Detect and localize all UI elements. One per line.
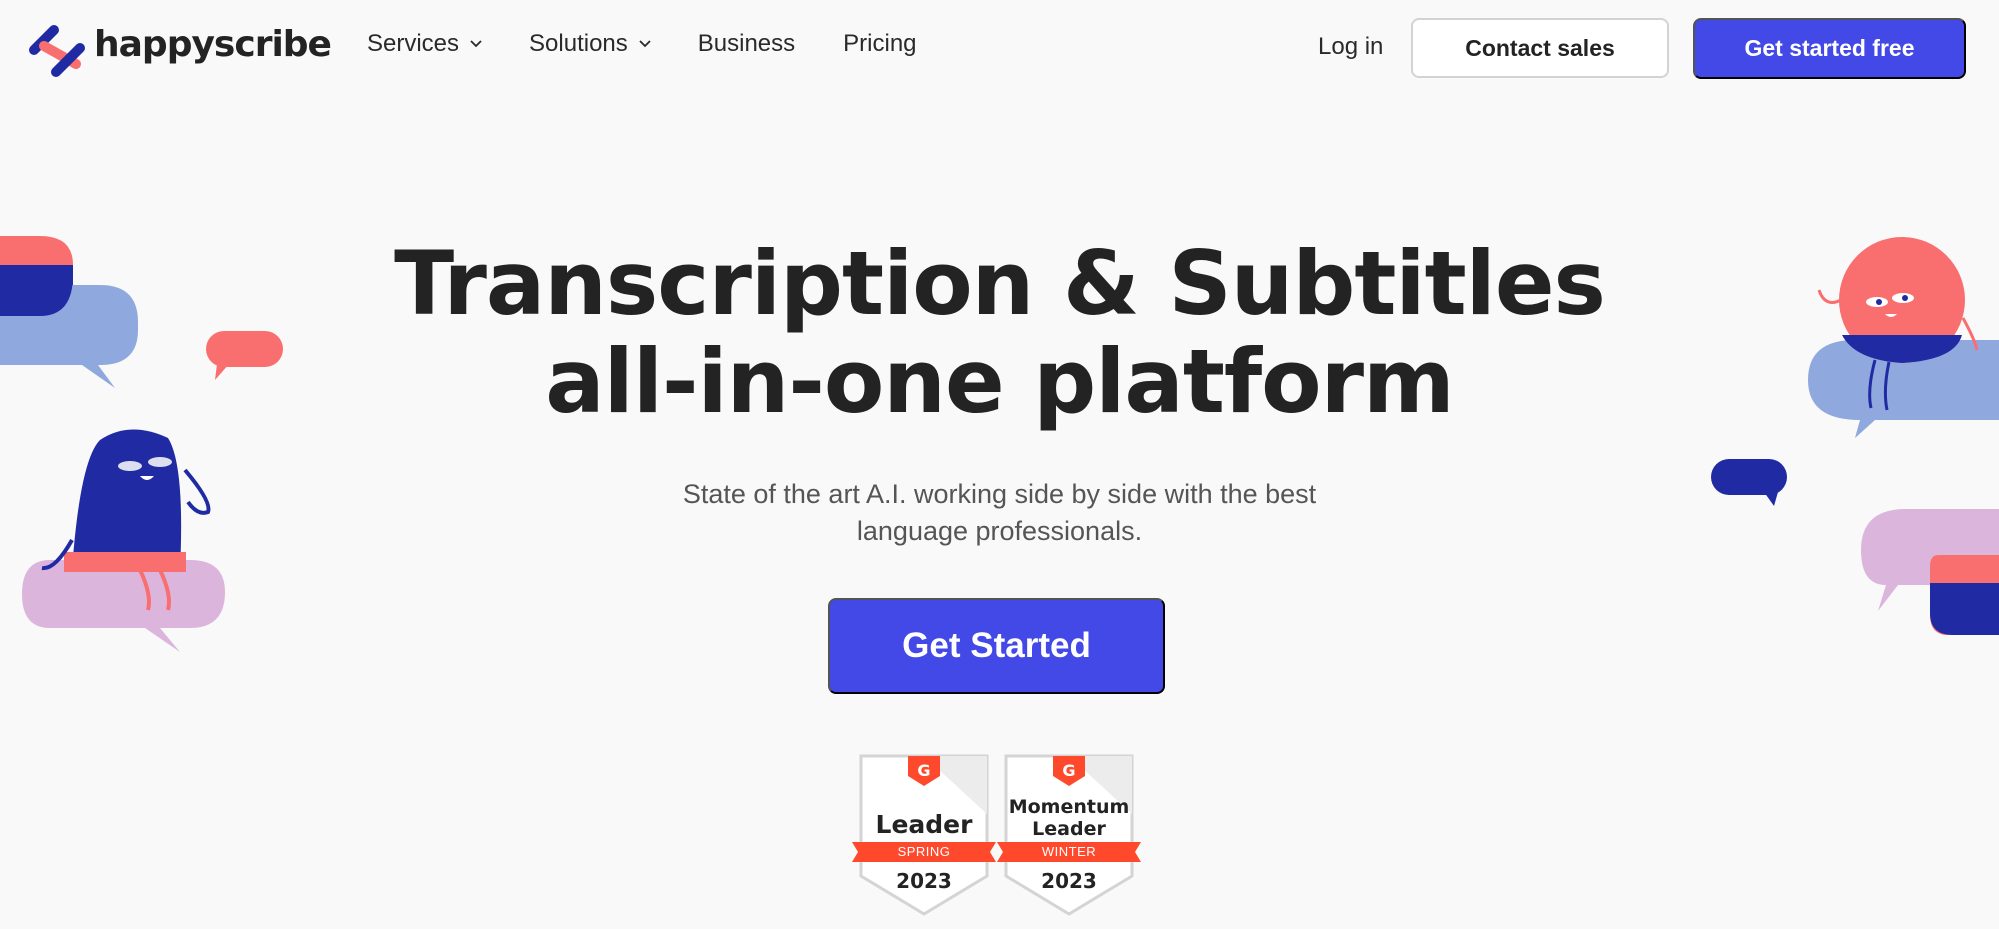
nav-item-label: Services <box>367 30 460 57</box>
page: happyscribe Services Solutions Business … <box>0 0 1999 929</box>
get-started-free-button[interactable]: Get started free <box>1693 18 1966 79</box>
hero-title-line-1: Transcription & Subtitles <box>394 232 1606 335</box>
nav-item-label: Pricing <box>843 30 917 57</box>
nav-item-label: Business <box>697 30 796 57</box>
hero-title: Transcription & Subtitles all-in-one pla… <box>0 235 1999 431</box>
badge-title: Momentum Leader <box>997 796 1141 840</box>
contact-sales-button[interactable]: Contact sales <box>1411 18 1669 78</box>
badge-title-line-2: Leader <box>1032 818 1106 840</box>
hero-title-line-2: all-in-one platform <box>545 330 1454 433</box>
badge-season: SPRING <box>897 844 951 859</box>
badge-title-line-1: Momentum <box>1008 796 1130 818</box>
chevron-down-icon <box>639 40 651 48</box>
logo-link[interactable]: happyscribe <box>24 16 332 80</box>
nav-item-services[interactable]: Services <box>367 30 483 58</box>
nav-item-business[interactable]: Business <box>698 30 795 58</box>
hero-subtitle: State of the art A.I. working side by si… <box>0 476 1999 550</box>
site-header: happyscribe Services Solutions Business … <box>0 0 1999 100</box>
g2-logo-icon: G <box>1062 761 1075 780</box>
nav-item-solutions[interactable]: Solutions <box>529 30 652 58</box>
g2-badge-momentum-leader: G Momentum Leader WINTER 2023 <box>997 754 1141 916</box>
chevron-down-icon <box>470 40 482 48</box>
nav-item-pricing[interactable]: Pricing <box>843 30 916 58</box>
nav-item-label: Solutions <box>529 30 628 57</box>
badge-year: 2023 <box>896 869 952 893</box>
main-nav: Services Solutions Business Pricing <box>367 30 917 58</box>
happyscribe-logo-icon <box>29 25 85 77</box>
logo-wordmark: happyscribe <box>94 23 332 65</box>
hero-subtitle-line-2: language professionals. <box>856 516 1143 546</box>
get-started-button[interactable]: Get Started <box>828 598 1165 694</box>
hero-subtitle-line-1: State of the art A.I. working side by si… <box>682 479 1317 509</box>
badge-title: Leader <box>875 810 973 839</box>
g2-logo-icon: G <box>917 761 930 780</box>
login-link[interactable]: Log in <box>1318 33 1383 61</box>
badge-season: WINTER <box>1041 844 1097 859</box>
badge-year: 2023 <box>1041 869 1097 893</box>
g2-badge-leader: G Leader SPRING 2023 <box>852 754 996 916</box>
